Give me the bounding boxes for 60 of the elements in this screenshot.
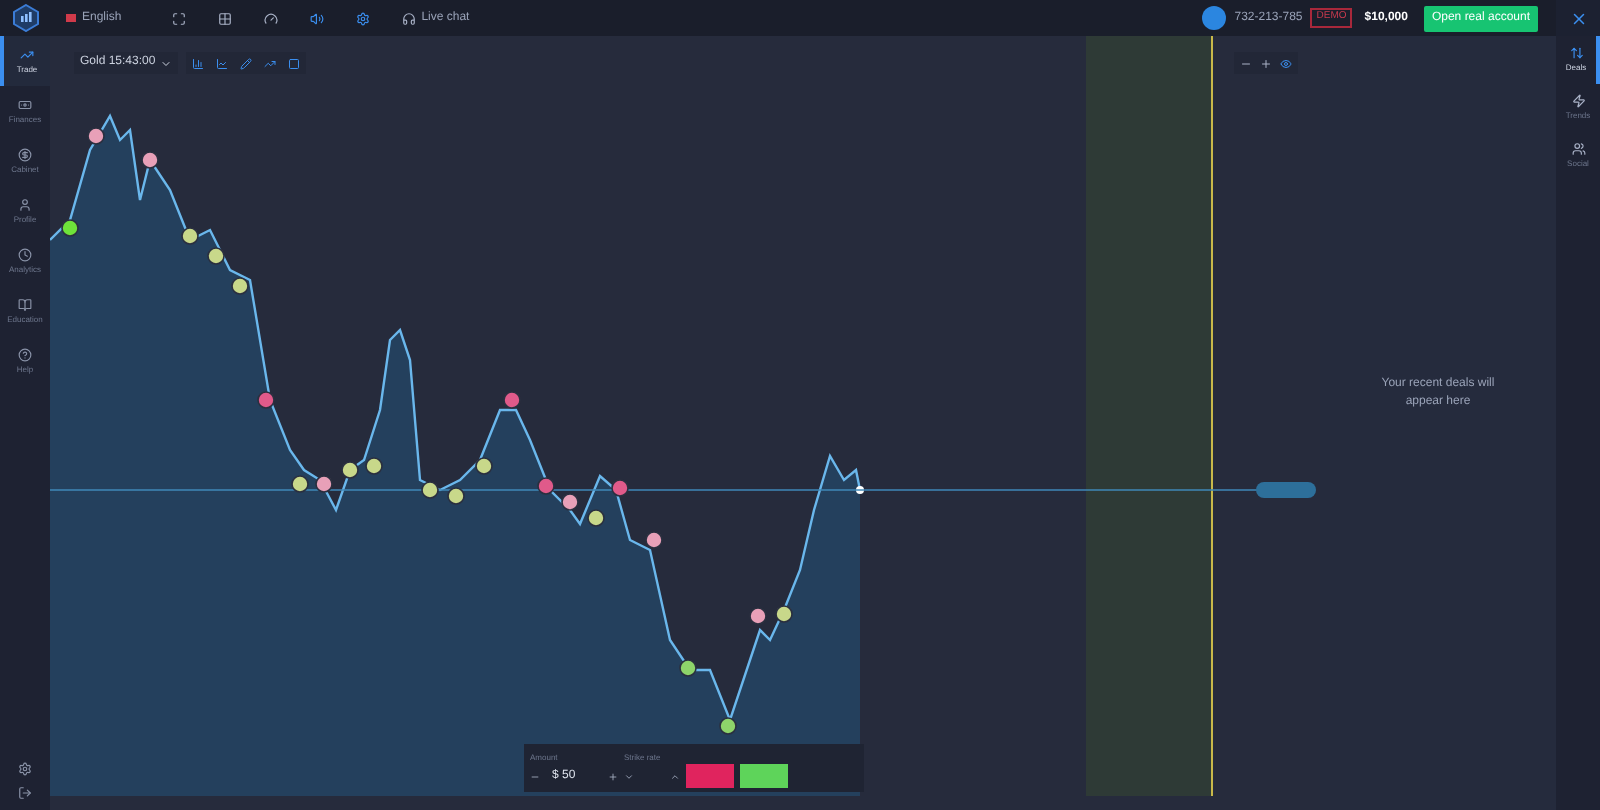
close-icon[interactable]	[1569, 9, 1587, 27]
flag-icon	[66, 14, 76, 22]
square-icon[interactable]	[287, 57, 300, 69]
deal-marker	[181, 227, 199, 245]
down-caret-icon[interactable]	[624, 771, 634, 781]
reset-view-icon[interactable]	[1280, 57, 1292, 69]
headset-icon	[401, 11, 416, 25]
deal-marker	[61, 219, 79, 237]
logo-icon	[11, 4, 39, 32]
fullscreen-icon[interactable]	[171, 11, 186, 25]
indicator-icon[interactable]	[215, 57, 228, 69]
up-caret-icon[interactable]	[670, 771, 680, 781]
deal-marker	[141, 151, 159, 169]
decrease-icon[interactable]	[530, 771, 540, 781]
deal-marker	[645, 531, 663, 549]
deal-marker	[291, 475, 309, 493]
logout-icon[interactable]	[18, 786, 32, 800]
deal-marker	[231, 277, 249, 295]
settings-icon[interactable]	[355, 11, 370, 25]
deal-marker	[749, 607, 767, 625]
trend-icon[interactable]	[263, 57, 276, 69]
deal-marker	[679, 659, 697, 677]
lightning-icon	[1571, 94, 1585, 108]
deal-marker	[561, 493, 579, 511]
chart-line-icon	[20, 47, 34, 61]
deal-marker	[587, 509, 605, 527]
settings-icon[interactable]	[18, 762, 32, 776]
deal-marker	[475, 457, 493, 475]
increase-icon[interactable]	[608, 771, 618, 781]
deal-marker	[775, 605, 793, 623]
book-icon	[18, 297, 32, 311]
deal-marker	[611, 479, 629, 497]
gauge-icon[interactable]	[263, 11, 278, 25]
banknote-icon	[18, 97, 32, 111]
help-icon	[18, 347, 32, 361]
caret-icon	[159, 57, 172, 69]
deal-marker	[87, 127, 105, 145]
grid-icon[interactable]	[217, 11, 232, 25]
avatar[interactable]	[1202, 6, 1227, 30]
deal-marker	[341, 461, 359, 479]
deal-marker	[315, 475, 333, 493]
deal-marker	[503, 391, 521, 409]
current-price-marker	[1256, 482, 1316, 498]
person-icon	[18, 197, 32, 211]
pencil-icon[interactable]	[239, 57, 252, 69]
zoom-out-icon[interactable]	[1240, 57, 1252, 69]
deal-marker	[365, 457, 383, 475]
deal-marker	[719, 717, 737, 735]
speaker-icon[interactable]	[309, 11, 324, 25]
clock-icon	[18, 247, 32, 261]
deal-marker	[537, 477, 555, 495]
deal-marker	[207, 247, 225, 265]
deal-marker	[447, 487, 465, 505]
chart-type-icon[interactable]	[191, 57, 204, 69]
coin-icon	[18, 147, 32, 161]
zoom-in-icon[interactable]	[1260, 57, 1272, 69]
deal-marker	[421, 481, 439, 499]
deal-marker	[257, 391, 275, 409]
arrows-icon	[1569, 46, 1583, 60]
people-icon	[1571, 142, 1585, 156]
